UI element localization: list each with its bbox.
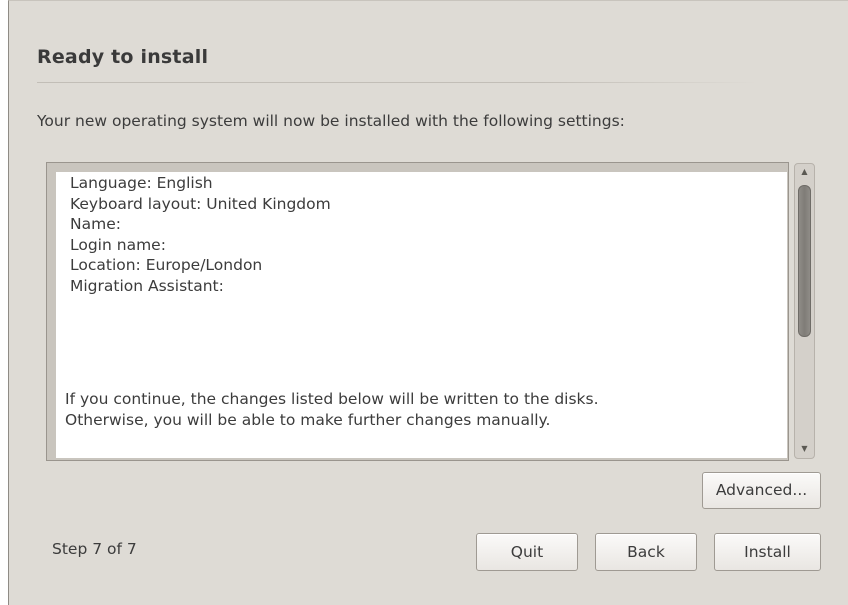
scroll-up-arrow-icon[interactable]: ▲ [795, 167, 814, 177]
summary-textview[interactable]: Language: English Keyboard layout: Unite… [56, 172, 787, 458]
quit-button[interactable]: Quit [476, 533, 578, 571]
install-button[interactable]: Install [714, 533, 821, 571]
setting-name: Name: [70, 215, 121, 233]
setting-migration-assistant: Migration Assistant: [70, 276, 224, 295]
setting-language: Language: English [70, 174, 213, 192]
summary-scrollbar[interactable]: ▲ ▼ [794, 163, 815, 459]
scrollbar-thumb[interactable] [798, 185, 811, 337]
step-indicator: Step 7 of 7 [52, 540, 137, 558]
settings-list: Language: English Keyboard layout: Unite… [70, 173, 331, 296]
notice-line-1: If you continue, the changes listed belo… [65, 390, 599, 408]
setting-login-name: Login name: [70, 235, 166, 254]
disk-changes-notice: If you continue, the changes listed belo… [65, 389, 599, 430]
notice-line-2: Otherwise, you will be able to make furt… [65, 410, 551, 429]
scroll-down-arrow-icon[interactable]: ▼ [795, 444, 814, 454]
back-button[interactable]: Back [595, 533, 697, 571]
title-separator [37, 82, 757, 83]
intro-text: Your new operating system will now be in… [37, 112, 625, 130]
page-title: Ready to install [37, 46, 209, 68]
setting-keyboard-layout: Keyboard layout: United Kingdom [70, 194, 331, 213]
setting-location: Location: Europe/London [70, 256, 263, 274]
advanced-button[interactable]: Advanced... [702, 472, 821, 509]
